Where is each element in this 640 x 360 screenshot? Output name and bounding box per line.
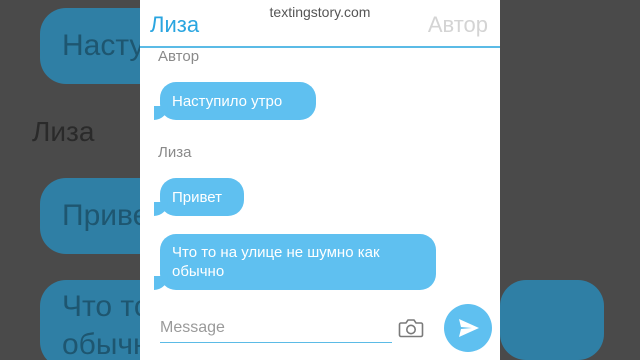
message-text: Наступило утро <box>172 93 283 110</box>
send-button[interactable] <box>444 304 492 352</box>
sender-name: Автор <box>158 48 200 65</box>
sender-name: Лиза <box>158 144 192 161</box>
camera-icon[interactable] <box>398 318 424 338</box>
chat-screen: Лиза textingstory.com Автор Автор Наступ… <box>140 0 500 360</box>
message-text: Привет <box>172 189 223 206</box>
message-bubble[interactable]: Что то на улице не шумно как обычно <box>154 234 436 290</box>
bg-bubble <box>500 280 604 360</box>
send-icon <box>459 319 479 337</box>
message-text: Что то на улице не шумно как обычно <box>172 244 380 280</box>
message-list: Автор Наступило утро Лиза Привет Что то … <box>140 48 500 298</box>
chat-header: Лиза textingstory.com Автор <box>140 0 500 48</box>
message-composer <box>140 300 500 360</box>
message-bubble[interactable]: Привет <box>154 178 244 216</box>
bg-label: Лиза <box>32 116 95 147</box>
message-input[interactable] <box>160 314 392 343</box>
message-bubble[interactable]: Наступило утро <box>154 82 316 120</box>
contact-tab-right[interactable]: Автор <box>428 12 488 38</box>
